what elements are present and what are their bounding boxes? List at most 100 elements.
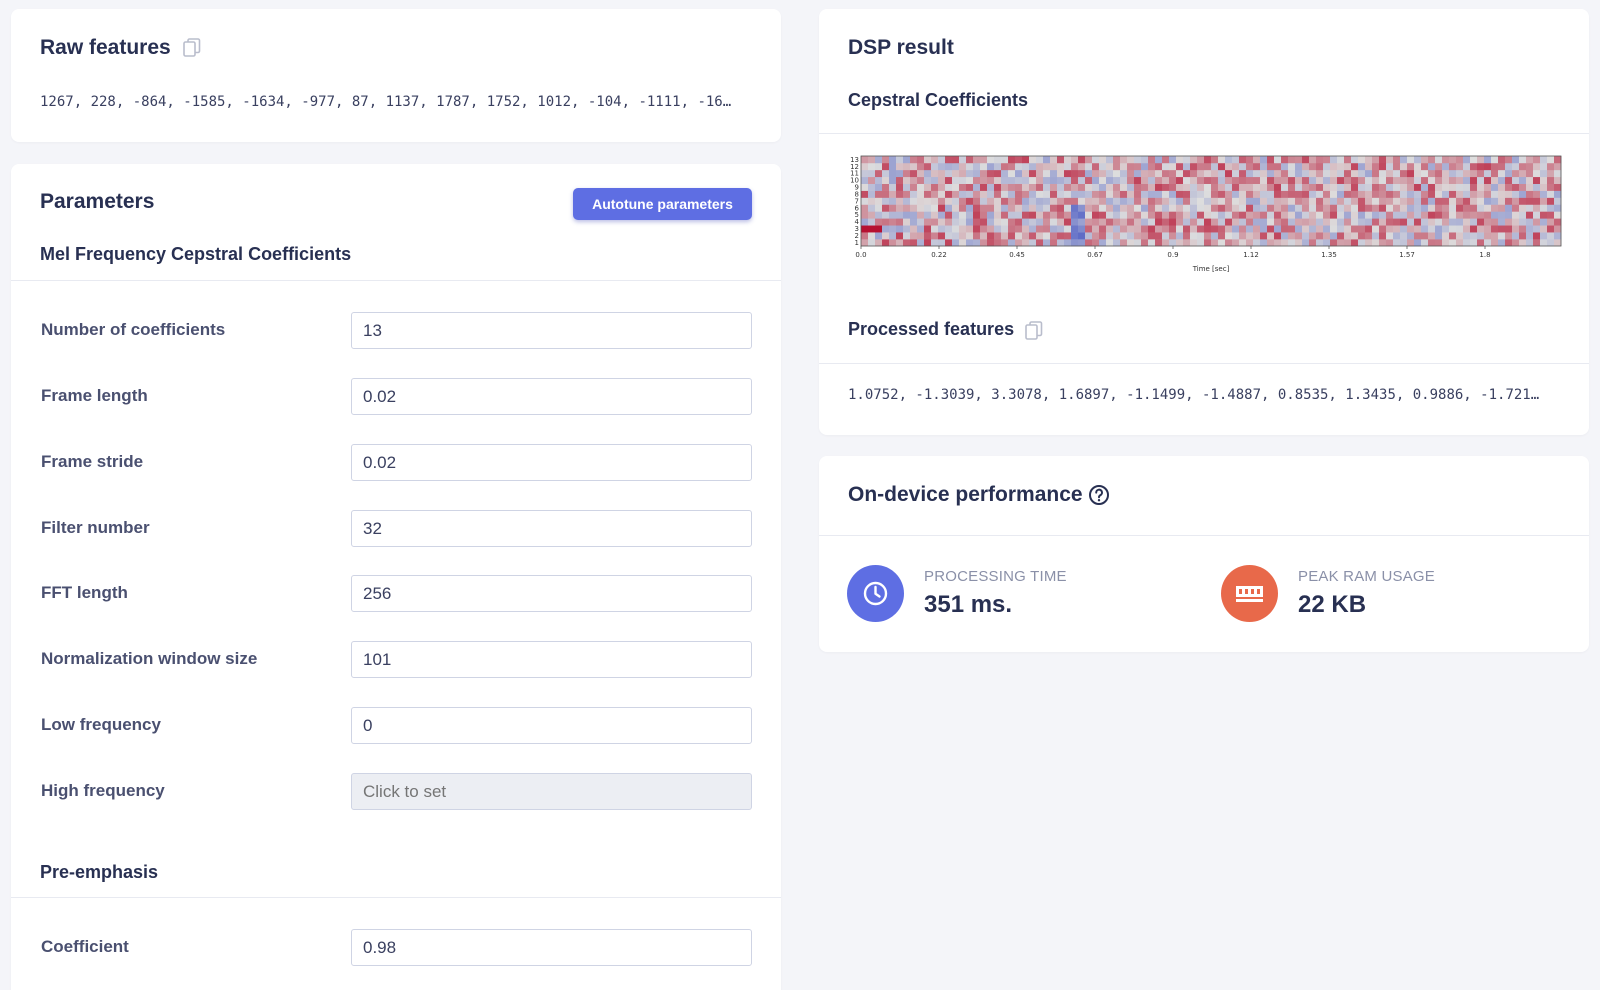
heatmap-cell [903, 211, 911, 219]
high-frequency-input[interactable] [351, 773, 752, 810]
heatmap-cell [1022, 211, 1030, 219]
heatmap-cell [1099, 239, 1107, 247]
heatmap-cell [1351, 197, 1359, 205]
heatmap-cell [1148, 225, 1156, 233]
heatmap-cell [1526, 239, 1534, 247]
heatmap-cell [1176, 204, 1184, 212]
heatmap-cell [1498, 225, 1506, 233]
heatmap-cell [1092, 211, 1100, 219]
heatmap-cell [952, 183, 960, 191]
heatmap-cell [1274, 232, 1282, 240]
low-frequency-input[interactable] [351, 707, 752, 744]
heatmap-cell [1015, 176, 1023, 184]
heatmap-cell [1078, 176, 1086, 184]
heatmap-cell [1253, 162, 1261, 171]
heatmap-cell [1106, 176, 1114, 184]
heatmap-cell [1015, 204, 1023, 212]
heatmap-cell [1008, 183, 1016, 191]
heatmap-cell [1386, 197, 1394, 205]
heatmap-cell [1309, 197, 1317, 205]
copy-icon[interactable] [183, 38, 201, 58]
heatmap-cell [1239, 239, 1247, 247]
heatmap-cell [1176, 197, 1184, 205]
heatmap-cell [1351, 218, 1359, 226]
heatmap-cell [1512, 176, 1520, 184]
heatmap-cell [1540, 176, 1548, 184]
heatmap-cell [1281, 239, 1289, 247]
heatmap-cell [980, 204, 988, 212]
heatmap-cell [1554, 218, 1562, 226]
heatmap-cell [1246, 225, 1254, 233]
heatmap-cell [1085, 225, 1093, 233]
help-icon[interactable] [1088, 484, 1110, 506]
heatmap-cell [1162, 183, 1170, 191]
heatmap-cell [966, 176, 974, 184]
heatmap-cell [1421, 239, 1429, 247]
heatmap-cell [1134, 232, 1142, 240]
heatmap-cell [1057, 197, 1065, 205]
heatmap-cell [1015, 162, 1023, 171]
heatmap-cell [1260, 225, 1268, 233]
heatmap-cell [1274, 211, 1282, 219]
heatmap-cell [1498, 232, 1506, 240]
heatmap-cell [1176, 162, 1184, 171]
heatmap-cell [1302, 176, 1310, 184]
heatmap-cell [1330, 225, 1338, 233]
heatmap-cell [1540, 232, 1548, 240]
heatmap-cell [1470, 225, 1478, 233]
heatmap-cell [1169, 156, 1177, 164]
heatmap-cell [1505, 204, 1513, 212]
heatmap-cell [1554, 176, 1562, 184]
heatmap-cell [1113, 176, 1121, 184]
heatmap-cell [1344, 176, 1352, 184]
heatmap-cell [1001, 176, 1009, 184]
heatmap-cell [861, 218, 869, 226]
heatmap-cell [1449, 183, 1457, 191]
heatmap-cell [1526, 225, 1534, 233]
heatmap-cell [952, 162, 960, 171]
heatmap-cell [1372, 225, 1380, 233]
heatmap-cell [1512, 232, 1520, 240]
heatmap-cell [1463, 197, 1471, 205]
heatmap-cell [861, 204, 869, 212]
heatmap-cell [910, 169, 918, 178]
heatmap-cell [1232, 190, 1240, 198]
autotune-parameters-button[interactable]: Autotune parameters [573, 188, 752, 220]
heatmap-cell [1197, 232, 1205, 240]
heatmap-cell [1043, 225, 1051, 233]
heatmap-cell [952, 239, 960, 247]
num-coefficients-input[interactable] [351, 312, 752, 349]
heatmap-cell [1043, 232, 1051, 240]
heatmap-cell [952, 156, 960, 164]
fft-length-input[interactable] [351, 575, 752, 612]
heatmap-cell [1491, 162, 1499, 171]
heatmap-cell [1351, 169, 1359, 178]
normalization-window-input[interactable] [351, 641, 752, 678]
heatmap-cell [1330, 162, 1338, 171]
heatmap-cell [882, 197, 890, 205]
heatmap-cell [959, 204, 967, 212]
heatmap-cell [1442, 218, 1450, 226]
preemphasis-coefficient-input[interactable] [351, 929, 752, 966]
heatmap-cell [1281, 218, 1289, 226]
filter-number-input[interactable] [351, 510, 752, 547]
heatmap-cell [1183, 211, 1191, 219]
heatmap-cell [1148, 218, 1156, 226]
heatmap-cell [1393, 218, 1401, 226]
heatmap-cell [1407, 156, 1415, 164]
copy-icon[interactable] [1025, 321, 1043, 341]
heatmap-cell [1337, 239, 1345, 247]
heatmap-cell [1141, 204, 1149, 212]
heatmap-cell [868, 225, 876, 233]
heatmap-cell [1379, 239, 1387, 247]
heatmap-cell [1344, 197, 1352, 205]
heatmap-cell [1533, 211, 1541, 219]
heatmap-cell [1057, 156, 1065, 164]
frame-length-input[interactable] [351, 378, 752, 415]
heatmap-cell [1092, 169, 1100, 178]
frame-stride-input[interactable] [351, 444, 752, 481]
heatmap-cell [1127, 197, 1135, 205]
heatmap-cell [1183, 169, 1191, 178]
heatmap-cell [1141, 190, 1149, 198]
heatmap-y-tick: 2 [855, 232, 859, 240]
